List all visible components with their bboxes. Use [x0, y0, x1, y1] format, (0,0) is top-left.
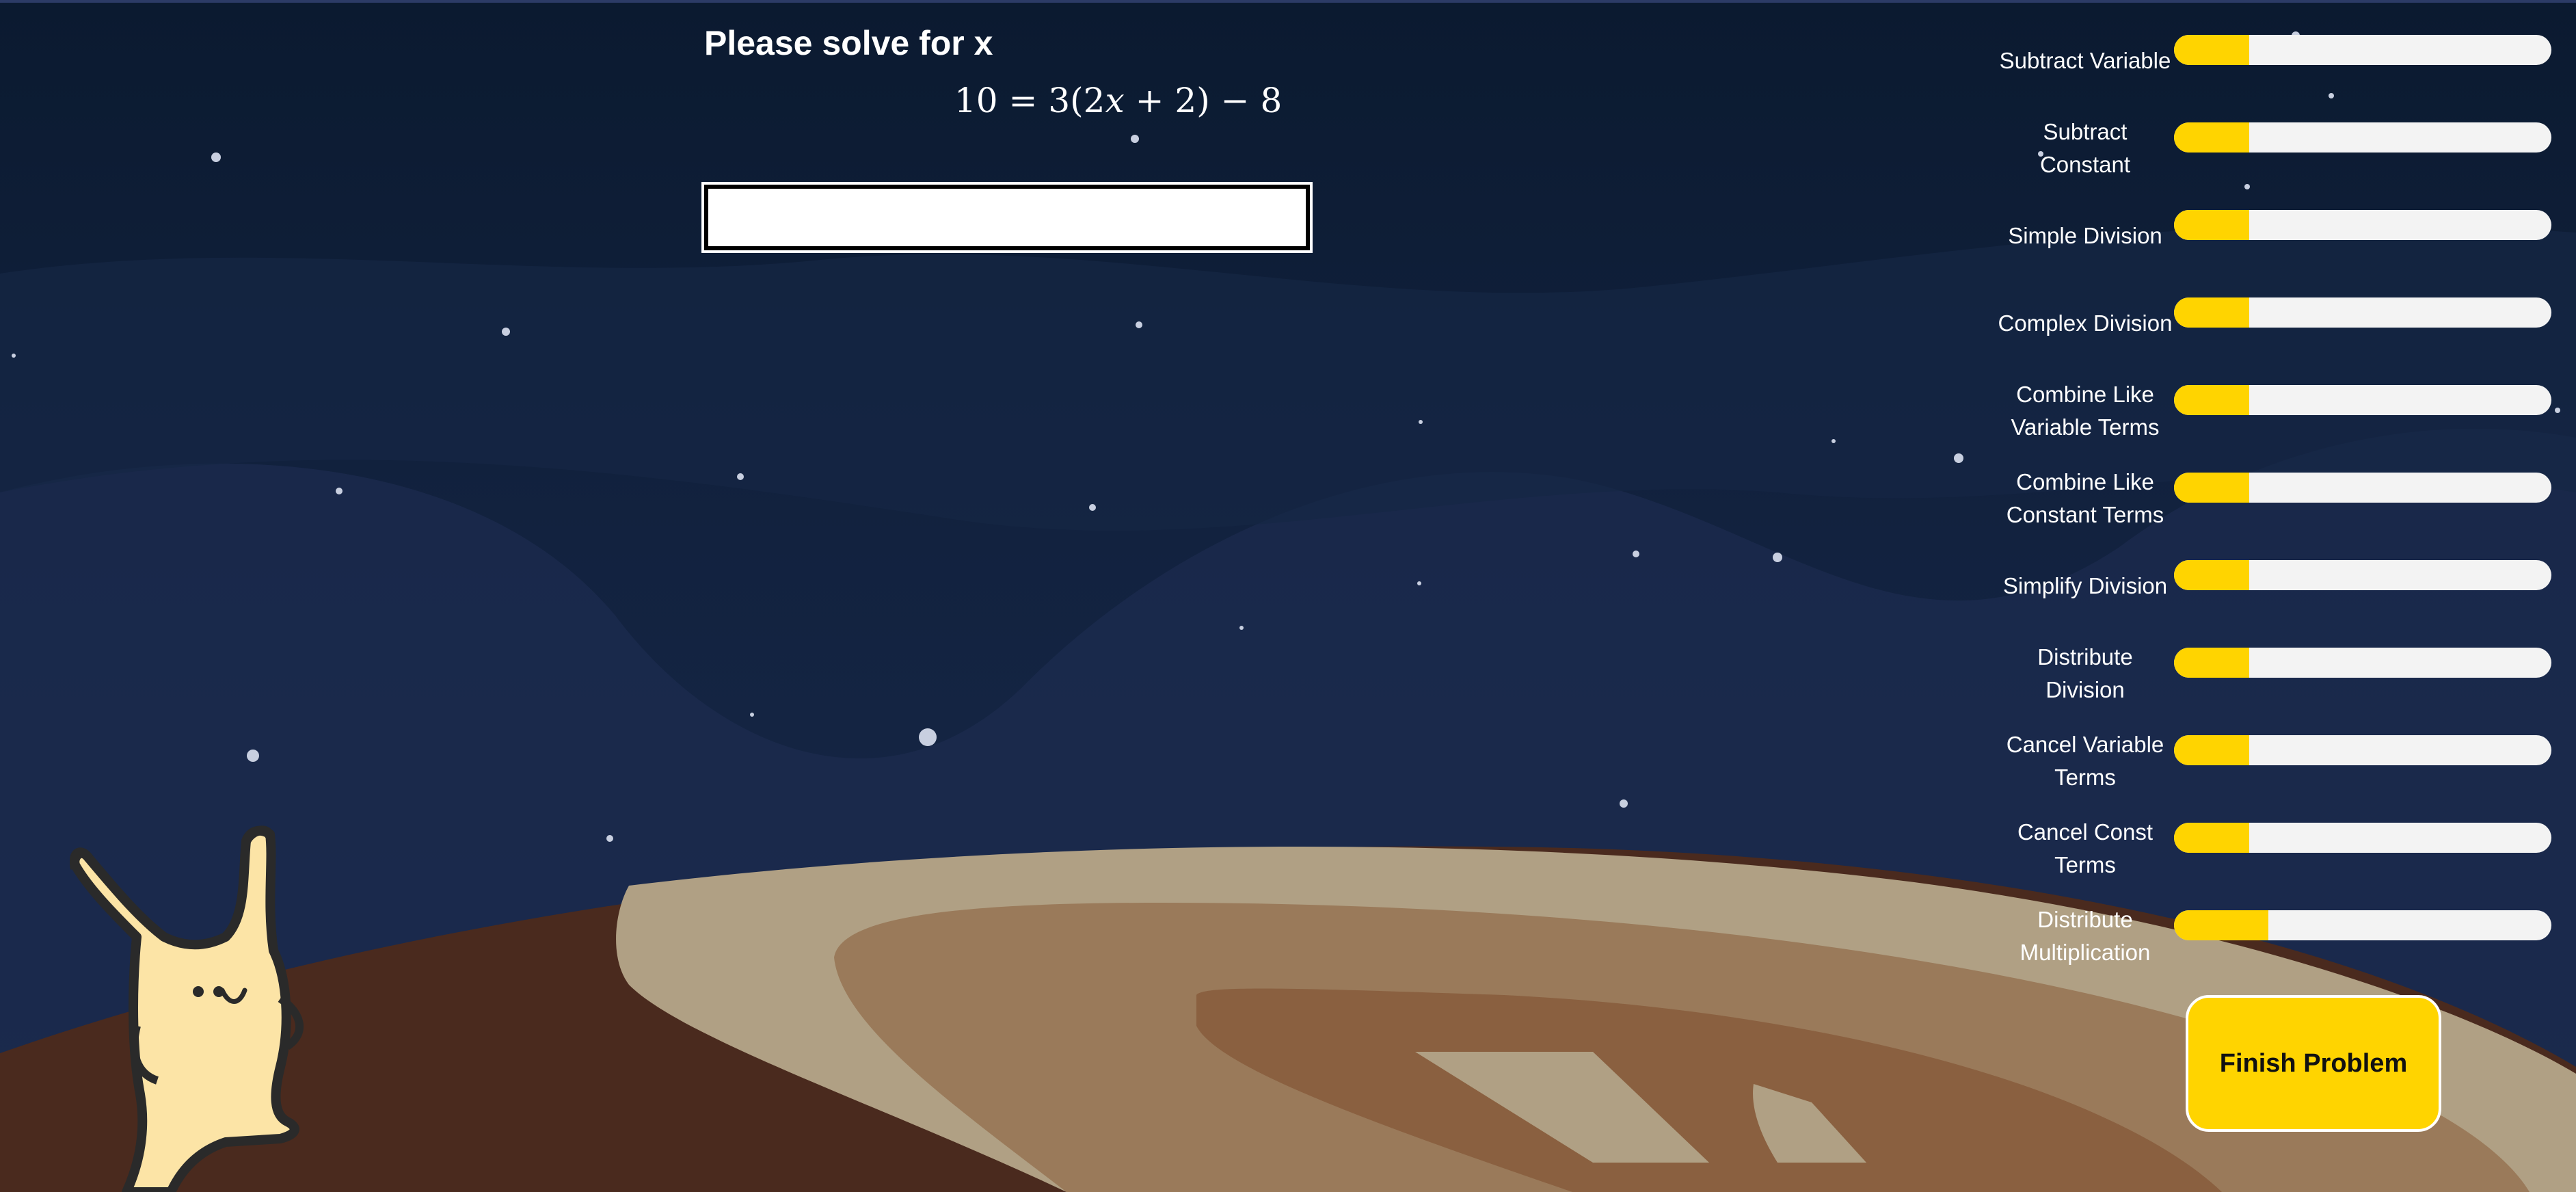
skill-label: Subtract Constant: [2039, 119, 2131, 177]
skill-progress-fill: [2174, 122, 2250, 153]
skill-progress-bar: [2174, 35, 2551, 65]
answer-input[interactable]: [701, 182, 1313, 253]
skill-progress-fill: [2174, 473, 2250, 503]
eq-var: x: [1105, 81, 1125, 120]
skill-label: Simplify Division: [2002, 573, 2168, 598]
eq-open: (: [1070, 81, 1084, 120]
skill-progress-bar: [2174, 560, 2551, 590]
skill-label: Cancel Variable Terms: [2006, 732, 2164, 790]
skill-row: Simple Division: [1996, 192, 2557, 280]
skill-progress-fill: [2174, 823, 2250, 853]
finish-problem-button[interactable]: Finish Problem: [2186, 995, 2441, 1132]
problem-title: Please solve for x: [704, 24, 993, 62]
skill-progress-bar: [2174, 122, 2551, 153]
skill-label: Simple Division: [2008, 223, 2162, 248]
eq-lhs: 10: [954, 81, 998, 120]
eq-close: ): [1196, 81, 1210, 120]
eq-equals: =: [1008, 81, 1038, 120]
skill-progress-fill: [2174, 560, 2250, 590]
skill-progress-fill: [2174, 735, 2250, 765]
equation: 10 = 3(2x + 2) − 8: [954, 81, 1282, 120]
skill-progress-fill: [2174, 35, 2250, 65]
skill-row: Cancel Variable Terms: [1996, 717, 2557, 805]
skill-progress-bar: [2174, 910, 2551, 940]
skill-row: Combine Like Constant Terms: [1996, 455, 2557, 542]
eq-term: 2: [1083, 81, 1105, 120]
skill-row: Distribute Multiplication: [1996, 892, 2557, 980]
skill-progress-bar: [2174, 297, 2551, 328]
top-bar: [0, 0, 2576, 3]
skill-progress-fill: [2174, 910, 2268, 940]
skill-row: Cancel Const Terms: [1996, 805, 2557, 892]
skill-progress-bar: [2174, 735, 2551, 765]
skill-progress-fill: [2174, 648, 2250, 678]
skill-row: Distribute Division: [1996, 630, 2557, 717]
skill-row: Simplify Division: [1996, 542, 2557, 630]
skill-label: Combine Like Variable Terms: [2011, 382, 2160, 440]
eq-coef: 3: [1048, 81, 1071, 120]
skill-row: Combine Like Variable Terms: [1996, 367, 2557, 455]
skill-label: Cancel Const Terms: [2017, 819, 2154, 877]
eq-last: 8: [1260, 81, 1283, 120]
eq-const: 2: [1175, 81, 1197, 120]
skill-progress-bar: [2174, 473, 2551, 503]
skill-row: Complex Division: [1996, 280, 2557, 367]
skill-label: Subtract Variable: [1999, 48, 2171, 73]
skill-progress-bar: [2174, 648, 2551, 678]
skill-row: Subtract Constant: [1996, 105, 2557, 192]
skill-progress-fill: [2174, 210, 2250, 240]
skill-label: Distribute Multiplication: [2020, 907, 2151, 965]
skill-progress-bar: [2174, 210, 2551, 240]
skill-label: Combine Like Constant Terms: [2006, 469, 2164, 527]
eq-minus: −: [1220, 81, 1250, 120]
skill-label: Complex Division: [1998, 310, 2173, 336]
skill-progress-bar: [2174, 385, 2551, 415]
skill-progress-fill: [2174, 297, 2250, 328]
skill-progress-bar: [2174, 823, 2551, 853]
skill-row: Subtract Variable: [1996, 17, 2557, 105]
skill-progress-fill: [2174, 385, 2250, 415]
eq-plus: +: [1135, 81, 1164, 120]
skill-label: Distribute Division: [2037, 644, 2133, 702]
